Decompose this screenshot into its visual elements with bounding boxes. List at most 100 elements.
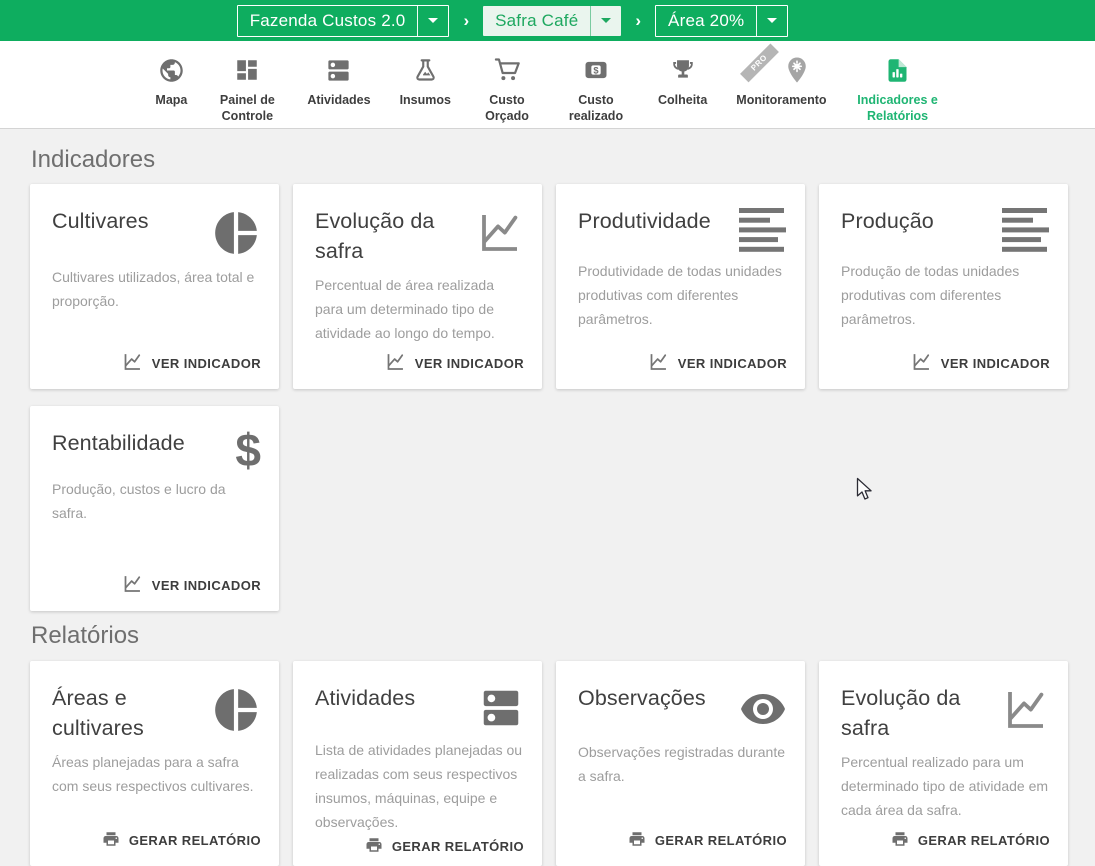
breadcrumb-chevron: › — [463, 12, 469, 29]
gerar-relatorio-button[interactable]: GERAR RELATÓRIO — [628, 828, 787, 852]
gerar-relatorio-button[interactable]: GERAR RELATÓRIO — [365, 834, 524, 858]
line-chart-icon — [1002, 685, 1050, 733]
farm-dropdown[interactable]: Fazenda Custos 2.0 — [237, 5, 450, 37]
horizontal-bars-icon — [1002, 208, 1050, 252]
nav-label: Painel de Controle — [216, 92, 278, 125]
nav-item-custo-orcado[interactable]: Custo Orçado — [480, 52, 534, 125]
nav-item-painel-de-controle[interactable]: Painel de Controle — [216, 52, 278, 125]
nav-label: Colheita — [658, 92, 707, 108]
card-title: Rentabilidade — [52, 428, 235, 458]
card-description: Lista de atividades planejadas ou realiz… — [315, 738, 524, 834]
nav-label: Custo Orçado — [480, 92, 534, 125]
printer-icon — [365, 836, 383, 857]
action-label: VER INDICADOR — [152, 356, 261, 371]
card-title: Áreas e cultivares — [52, 683, 211, 743]
line-chart-icon — [122, 351, 143, 375]
card-title: Cultivares — [52, 206, 211, 236]
nav-item-mapa[interactable]: Mapa — [155, 52, 187, 108]
printer-icon — [891, 830, 909, 851]
app-header: Fazenda Custos 2.0 › Safra Café › Área 2… — [0, 0, 1095, 41]
line-chart-icon — [122, 573, 143, 597]
area-dropdown[interactable]: Área 20% — [655, 5, 788, 37]
trophy-icon — [670, 52, 696, 88]
gerar-relatorio-button[interactable]: GERAR RELATÓRIO — [891, 828, 1050, 852]
reports-card-grid: Áreas e cultivares Áreas planejadas para… — [30, 661, 1069, 866]
card-title: Produtividade — [578, 206, 739, 236]
globe-icon — [158, 52, 185, 88]
nav-label: Monitoramento — [736, 92, 826, 108]
ver-indicador-button[interactable]: VER INDICADOR — [122, 573, 261, 597]
card-description: Cultivares utilizados, área total e prop… — [52, 265, 261, 313]
card-title: Evolução da safra — [315, 206, 476, 266]
card-description: Percentual de área realizada para um det… — [315, 273, 524, 345]
flask-icon — [412, 52, 439, 88]
chevron-down-icon — [417, 6, 448, 36]
action-label: GERAR RELATÓRIO — [129, 833, 261, 848]
nav-item-insumos[interactable]: Insumos — [400, 52, 451, 108]
nav-label: Insumos — [400, 92, 451, 108]
card-description: Produtividade de todas unidades produtiv… — [578, 259, 787, 331]
line-chart-icon — [911, 351, 932, 375]
indicator-card-produtividade: Produtividade Produtividade de todas uni… — [556, 184, 805, 389]
dashboard-icon — [234, 52, 260, 88]
line-chart-icon — [476, 208, 524, 256]
card-description: Observações registradas durante a safra. — [578, 740, 787, 788]
farm-dropdown-label: Fazenda Custos 2.0 — [238, 6, 418, 36]
ver-indicador-button[interactable]: VER INDICADOR — [385, 351, 524, 375]
nav-label: Indicadores e Relatórios — [856, 92, 940, 125]
nav-item-monitoramento[interactable]: PRO Monitoramento — [736, 52, 826, 108]
area-dropdown-label: Área 20% — [656, 6, 756, 36]
ver-indicador-button[interactable]: VER INDICADOR — [122, 351, 261, 375]
card-title: Observações — [578, 683, 739, 713]
action-label: GERAR RELATÓRIO — [655, 833, 787, 848]
indicator-card-rentabilidade: Rentabilidade $ Produção, custos e lucro… — [30, 406, 279, 611]
season-dropdown-label: Safra Café — [483, 6, 590, 36]
report-card-atividades: Atividades Lista de atividades planejada… — [293, 661, 542, 866]
action-label: VER INDICADOR — [415, 356, 524, 371]
gerar-relatorio-button[interactable]: GERAR RELATÓRIO — [102, 828, 261, 852]
action-label: VER INDICADOR — [941, 356, 1050, 371]
action-label: VER INDICADOR — [678, 356, 787, 371]
indicators-section-heading: Indicadores — [31, 145, 1069, 175]
pie-chart-icon — [211, 685, 261, 735]
location-pin-icon: PRO — [750, 52, 812, 88]
money-bill-icon: $ — [582, 52, 610, 88]
nav-item-atividades[interactable]: Atividades — [307, 52, 370, 108]
nav-label: Atividades — [307, 92, 370, 108]
card-title: Produção — [841, 206, 1002, 236]
shopping-cart-icon — [493, 52, 521, 88]
report-card-evolucao-da-safra: Evolução da safra Percentual realizado p… — [819, 661, 1068, 866]
main-nav: Mapa Painel de Controle Atividades Insum… — [0, 41, 1095, 129]
nav-item-custo-realizado[interactable]: $ Custo realizado — [563, 52, 629, 125]
dns-list-icon — [478, 685, 524, 731]
action-label: GERAR RELATÓRIO — [918, 833, 1050, 848]
svg-text:$: $ — [593, 65, 599, 75]
printer-icon — [628, 830, 646, 851]
season-dropdown[interactable]: Safra Café — [483, 6, 621, 36]
reports-section-heading: Relatórios — [31, 621, 1069, 651]
card-title: Atividades — [315, 683, 478, 713]
nav-item-colheita[interactable]: Colheita — [658, 52, 707, 108]
chevron-down-icon — [756, 6, 787, 36]
ver-indicador-button[interactable]: VER INDICADOR — [648, 351, 787, 375]
card-description: Áreas planejadas para a safra com seus r… — [52, 750, 261, 798]
indicator-card-producao: Produção Produção de todas unidades prod… — [819, 184, 1068, 389]
ver-indicador-button[interactable]: VER INDICADOR — [911, 351, 1050, 375]
horizontal-bars-icon — [739, 208, 787, 252]
dollar-icon: $ — [235, 430, 261, 470]
line-chart-icon — [385, 351, 406, 375]
dns-list-icon — [325, 52, 352, 88]
nav-label: Custo realizado — [563, 92, 629, 125]
card-description: Produção, custos e lucro da safra. — [52, 477, 261, 525]
nav-item-indicadores-e-relatorios[interactable]: Indicadores e Relatórios — [856, 52, 940, 125]
indicators-card-grid: Cultivares Cultivares utilizados, área t… — [30, 184, 1069, 611]
report-card-areas-e-cultivares: Áreas e cultivares Áreas planejadas para… — [30, 661, 279, 866]
indicator-card-evolucao-da-safra: Evolução da safra Percentual de área rea… — [293, 184, 542, 389]
breadcrumb-chevron: › — [635, 12, 641, 29]
action-label: GERAR RELATÓRIO — [392, 839, 524, 854]
chevron-down-icon — [590, 6, 621, 36]
breadcrumb: Fazenda Custos 2.0 › Safra Café › Área 2… — [237, 5, 789, 37]
nav-label: Mapa — [155, 92, 187, 108]
card-description: Percentual realizado para um determinado… — [841, 750, 1050, 822]
eye-icon — [739, 685, 787, 733]
